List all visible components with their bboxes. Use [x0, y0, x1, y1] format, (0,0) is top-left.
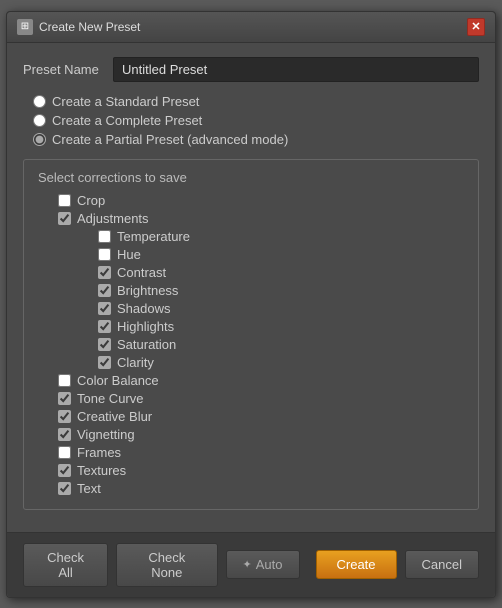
check-row-hue: Hue: [38, 247, 464, 262]
radio-row-standard: Create a Standard Preset: [23, 94, 479, 109]
radio-row-complete: Create a Complete Preset: [23, 113, 479, 128]
checkbox-tone-curve[interactable]: [58, 392, 71, 405]
preset-name-row: Preset Name: [23, 57, 479, 82]
radio-row-partial: Create a Partial Preset (advanced mode): [23, 132, 479, 147]
corrections-title: Select corrections to save: [38, 170, 464, 185]
label-text[interactable]: Text: [77, 481, 101, 496]
auto-icon: ✦: [243, 558, 252, 571]
label-adjustments[interactable]: Adjustments: [77, 211, 149, 226]
check-row-highlights: Highlights: [38, 319, 464, 334]
label-contrast[interactable]: Contrast: [117, 265, 166, 280]
label-creative-blur[interactable]: Creative Blur: [77, 409, 152, 424]
create-preset-dialog: ⊞ Create New Preset ✕ Preset Name Create…: [6, 11, 496, 598]
check-row-tone-curve: Tone Curve: [38, 391, 464, 406]
check-row-vignetting: Vignetting: [38, 427, 464, 442]
radio-complete-label[interactable]: Create a Complete Preset: [52, 113, 202, 128]
checkbox-shadows[interactable]: [98, 302, 111, 315]
label-textures[interactable]: Textures: [77, 463, 126, 478]
label-color-balance[interactable]: Color Balance: [77, 373, 159, 388]
check-row-frames: Frames: [38, 445, 464, 460]
check-row-crop: Crop: [38, 193, 464, 208]
close-button[interactable]: ✕: [467, 18, 485, 36]
checkbox-textures[interactable]: [58, 464, 71, 477]
radio-standard[interactable]: [33, 95, 46, 108]
auto-label: Auto: [256, 557, 283, 572]
check-all-button[interactable]: Check All: [23, 543, 108, 587]
checkbox-color-balance[interactable]: [58, 374, 71, 387]
label-vignetting[interactable]: Vignetting: [77, 427, 135, 442]
label-tone-curve[interactable]: Tone Curve: [77, 391, 143, 406]
preset-name-input[interactable]: [113, 57, 479, 82]
dialog-body: Preset Name Create a Standard Preset Cre…: [7, 43, 495, 532]
checkbox-contrast[interactable]: [98, 266, 111, 279]
check-row-color-balance: Color Balance: [38, 373, 464, 388]
check-row-textures: Textures: [38, 463, 464, 478]
check-row-clarity: Clarity: [38, 355, 464, 370]
bottom-bar: Check All Check None ✦ Auto Create Cance…: [7, 532, 495, 597]
corrections-box: Select corrections to save Crop Adjustme…: [23, 159, 479, 510]
checkbox-hue[interactable]: [98, 248, 111, 261]
label-shadows[interactable]: Shadows: [117, 301, 170, 316]
checkbox-text[interactable]: [58, 482, 71, 495]
checkbox-crop[interactable]: [58, 194, 71, 207]
radio-group: Create a Standard Preset Create a Comple…: [23, 94, 479, 147]
auto-button[interactable]: ✦ Auto: [226, 550, 300, 579]
label-highlights[interactable]: Highlights: [117, 319, 174, 334]
label-frames[interactable]: Frames: [77, 445, 121, 460]
checkbox-temperature[interactable]: [98, 230, 111, 243]
check-row-shadows: Shadows: [38, 301, 464, 316]
checkbox-frames[interactable]: [58, 446, 71, 459]
label-hue[interactable]: Hue: [117, 247, 141, 262]
label-clarity[interactable]: Clarity: [117, 355, 154, 370]
check-row-text: Text: [38, 481, 464, 496]
checkbox-brightness[interactable]: [98, 284, 111, 297]
cancel-button[interactable]: Cancel: [405, 550, 479, 579]
checkbox-clarity[interactable]: [98, 356, 111, 369]
title-bar: ⊞ Create New Preset ✕: [7, 12, 495, 43]
checkbox-adjustments[interactable]: [58, 212, 71, 225]
check-row-creative-blur: Creative Blur: [38, 409, 464, 424]
radio-standard-label[interactable]: Create a Standard Preset: [52, 94, 199, 109]
checkbox-creative-blur[interactable]: [58, 410, 71, 423]
create-button[interactable]: Create: [316, 550, 397, 579]
radio-complete[interactable]: [33, 114, 46, 127]
checkbox-highlights[interactable]: [98, 320, 111, 333]
checkbox-vignetting[interactable]: [58, 428, 71, 441]
dialog-icon: ⊞: [17, 19, 33, 35]
radio-partial[interactable]: [33, 133, 46, 146]
check-none-button[interactable]: Check None: [116, 543, 217, 587]
checkbox-saturation[interactable]: [98, 338, 111, 351]
preset-name-label: Preset Name: [23, 62, 103, 77]
label-temperature[interactable]: Temperature: [117, 229, 190, 244]
title-bar-left: ⊞ Create New Preset: [17, 19, 140, 35]
radio-partial-label[interactable]: Create a Partial Preset (advanced mode): [52, 132, 288, 147]
check-row-saturation: Saturation: [38, 337, 464, 352]
dialog-title: Create New Preset: [39, 20, 140, 34]
check-row-temperature: Temperature: [38, 229, 464, 244]
check-row-contrast: Contrast: [38, 265, 464, 280]
check-row-brightness: Brightness: [38, 283, 464, 298]
check-row-adjustments: Adjustments: [38, 211, 464, 226]
label-saturation[interactable]: Saturation: [117, 337, 176, 352]
label-crop[interactable]: Crop: [77, 193, 105, 208]
label-brightness[interactable]: Brightness: [117, 283, 178, 298]
